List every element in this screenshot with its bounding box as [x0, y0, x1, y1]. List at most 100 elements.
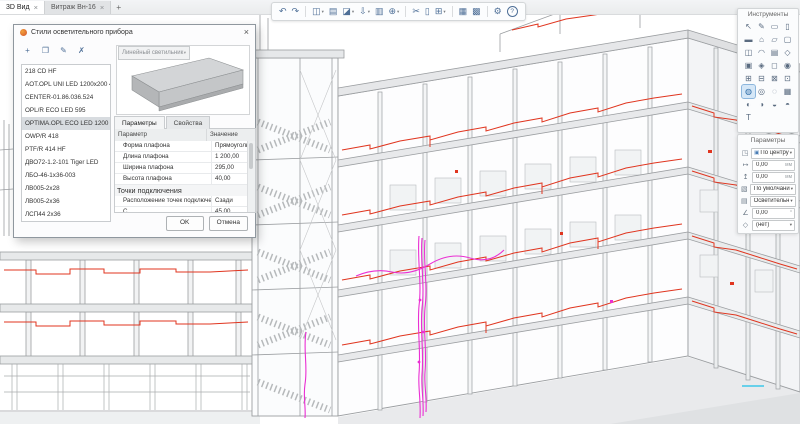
style-list-item[interactable]: 218 CD HF	[22, 65, 110, 78]
style-editor-icon[interactable]: ▩ ▾	[470, 4, 483, 19]
duplicate-style-button[interactable]: ❐	[39, 45, 52, 57]
table-row[interactable]: Форма плафона Прямоугольный	[115, 141, 248, 152]
dialog-tab[interactable]: Свойства	[166, 116, 211, 129]
table-row[interactable]: Расположение точек подключени Сзади	[115, 196, 248, 207]
separator[interactable]: ▾	[487, 6, 488, 17]
style-list-item[interactable]: ЛСП44 2x36	[22, 208, 110, 221]
paste-icon[interactable]: ▯ ▾	[423, 4, 432, 19]
plate-tool[interactable]: ◻	[768, 59, 781, 72]
duct-tool[interactable]: ⊞	[742, 72, 755, 85]
ceiling-tool[interactable]: ◈	[755, 59, 768, 72]
param-value: По умолчани	[754, 186, 790, 192]
view-manager-icon[interactable]: ◪ ▾	[340, 4, 356, 19]
close-icon[interactable]: ×	[100, 4, 104, 11]
fixture-type-select[interactable]: Линейный светильник ▾	[118, 46, 190, 60]
delete-style-button[interactable]: ✗	[75, 45, 88, 57]
measure-tool[interactable]: ✎	[755, 20, 768, 33]
settings-icon[interactable]: ⚙ ▾	[492, 4, 504, 19]
table-scrollbar[interactable]	[247, 141, 255, 212]
add-style-button[interactable]: +	[21, 45, 34, 57]
style-list-item[interactable]: CENTER-01.86.036.524	[22, 91, 110, 104]
cable-tray-tool[interactable]: ⊠	[768, 72, 781, 85]
param-name-cell: Длина плафона	[115, 152, 211, 162]
separator[interactable]: ▾	[405, 6, 406, 17]
style-list-item[interactable]: OWP/R 418	[22, 130, 110, 143]
undo-icon[interactable]: ↶ ▾	[277, 4, 289, 19]
edit-style-button[interactable]: ✎	[57, 45, 70, 57]
shaft-tool[interactable]: ◉	[781, 59, 794, 72]
view-tab[interactable]: Витраж Вн-16 ×	[45, 1, 111, 14]
hatch-tool[interactable]: ◒	[768, 98, 781, 111]
visual-style-icon[interactable]: ◫ ▾	[310, 4, 326, 19]
cancel-button[interactable]: Отмена	[209, 216, 248, 231]
toolbar-glyph: ▯	[425, 4, 430, 19]
equipment-tool[interactable]: ◎	[755, 85, 768, 98]
ok-button[interactable]: OK	[166, 216, 204, 231]
export-icon[interactable]: ⇩ ▾	[357, 4, 372, 19]
screen-display-icon[interactable]: ▤ ▾	[327, 4, 340, 19]
style-list-item[interactable]: ЛВ005-2x28	[22, 182, 110, 195]
ramp-tool[interactable]: ▱	[768, 33, 781, 46]
param-control[interactable]: ▣ По центру ▾	[751, 148, 795, 159]
pipe-tool[interactable]: ⊟	[755, 72, 768, 85]
dialog-titlebar[interactable]: Стили осветительного прибора ×	[14, 25, 255, 40]
style-list-item[interactable]: AOT.OPL UNI LED 1200x200 4000K	[22, 78, 110, 91]
floor-tool[interactable]: ▣	[742, 59, 755, 72]
cut-icon[interactable]: ✂ ▾	[410, 4, 422, 19]
param-control[interactable]: 0,00 мм ▾	[752, 160, 795, 171]
axis-tool[interactable]: ◑	[755, 98, 768, 111]
param-control[interactable]: Осветительн ▾	[750, 196, 796, 207]
redo-icon[interactable]: ↷ ▾	[290, 4, 302, 19]
close-icon[interactable]: ×	[34, 4, 38, 11]
new-view-button[interactable]: +	[111, 1, 126, 14]
wall-tool[interactable]: ▭	[768, 20, 781, 33]
select-tool[interactable]: ↖	[742, 20, 755, 33]
param-control[interactable]: 0,00 ° ▾	[752, 208, 795, 219]
table-row[interactable]: С 45,00	[115, 207, 248, 213]
route-tool[interactable]: ◐	[742, 98, 755, 111]
close-icon[interactable]: ×	[244, 28, 249, 37]
conduit-tool[interactable]: ⊡	[781, 72, 794, 85]
style-list-item[interactable]: ДВО72-1.2-101 Tiger LED	[22, 156, 110, 169]
param-control[interactable]: (нет) ▾	[752, 220, 795, 231]
table-row[interactable]: Высота плафона 40,00	[115, 174, 248, 185]
door-tool[interactable]: ▢	[781, 33, 794, 46]
parameters-rows: ◳ ▣ По центру ▾ ↦ 0,00 мм ▾	[738, 146, 798, 231]
param-control[interactable]: 0,00 мм ▾	[752, 172, 795, 183]
separator[interactable]: ▾	[452, 6, 453, 17]
style-list-item[interactable]: OPL/R ECO LED 595	[22, 104, 110, 117]
param-control[interactable]: По умолчани ▾	[750, 184, 796, 195]
stair-tool[interactable]: ▤	[768, 46, 781, 59]
column-tool[interactable]: ▯	[781, 20, 794, 33]
opening-tool[interactable]: ◠	[755, 46, 768, 59]
dialog-tab[interactable]: Параметры	[114, 116, 165, 129]
elevation-tool[interactable]: ◓	[781, 98, 794, 111]
style-list-item[interactable]: PTF/R 414 HF	[22, 143, 110, 156]
window-tool[interactable]: ◫	[742, 46, 755, 59]
roof-tool[interactable]: ⌂	[755, 33, 768, 46]
table-row[interactable]: Точки подключения	[115, 185, 248, 196]
param-row-icon: ◳	[741, 149, 749, 157]
fitting-tool[interactable]: ◌	[768, 85, 781, 98]
param-name-cell: Расположение точек подключени	[115, 196, 211, 206]
railing-tool[interactable]: ◇	[781, 46, 794, 59]
table-row[interactable]: Длина плафона 1 200,00	[115, 152, 248, 163]
style-list: 218 CD HF AOT.OPL UNI LED 1200x200 4000K…	[21, 64, 111, 222]
separator[interactable]: ▾	[305, 6, 306, 17]
beam-tool[interactable]: ▬	[742, 33, 755, 46]
text-tool[interactable]: T	[742, 111, 755, 124]
table-row[interactable]: Ширина плафона 295,00	[115, 163, 248, 174]
print-icon[interactable]: ▥ ▾	[373, 4, 386, 19]
view-tab[interactable]: 3D Вид ×	[0, 1, 45, 14]
toolbar-glyph: ▥	[375, 4, 384, 19]
light-fixture-tool[interactable]: ◍	[742, 85, 755, 98]
accessory-tool[interactable]: ▦	[781, 85, 794, 98]
style-list-item[interactable]: ЛБО-46-1x36-003	[22, 169, 110, 182]
scrollbar-thumb[interactable]	[249, 143, 253, 169]
web-tools-icon[interactable]: ⊕ ▾	[387, 4, 402, 19]
copy-icon[interactable]: ⊞ ▾	[433, 4, 448, 19]
spreadsheet-icon[interactable]: ▦ ▾	[457, 4, 470, 19]
style-list-item[interactable]: OPTIMA.OPL ECO LED 1200	[22, 117, 110, 130]
help-icon[interactable]: ? ▾	[505, 6, 520, 17]
style-list-item[interactable]: ЛВ005-2x36	[22, 195, 110, 208]
